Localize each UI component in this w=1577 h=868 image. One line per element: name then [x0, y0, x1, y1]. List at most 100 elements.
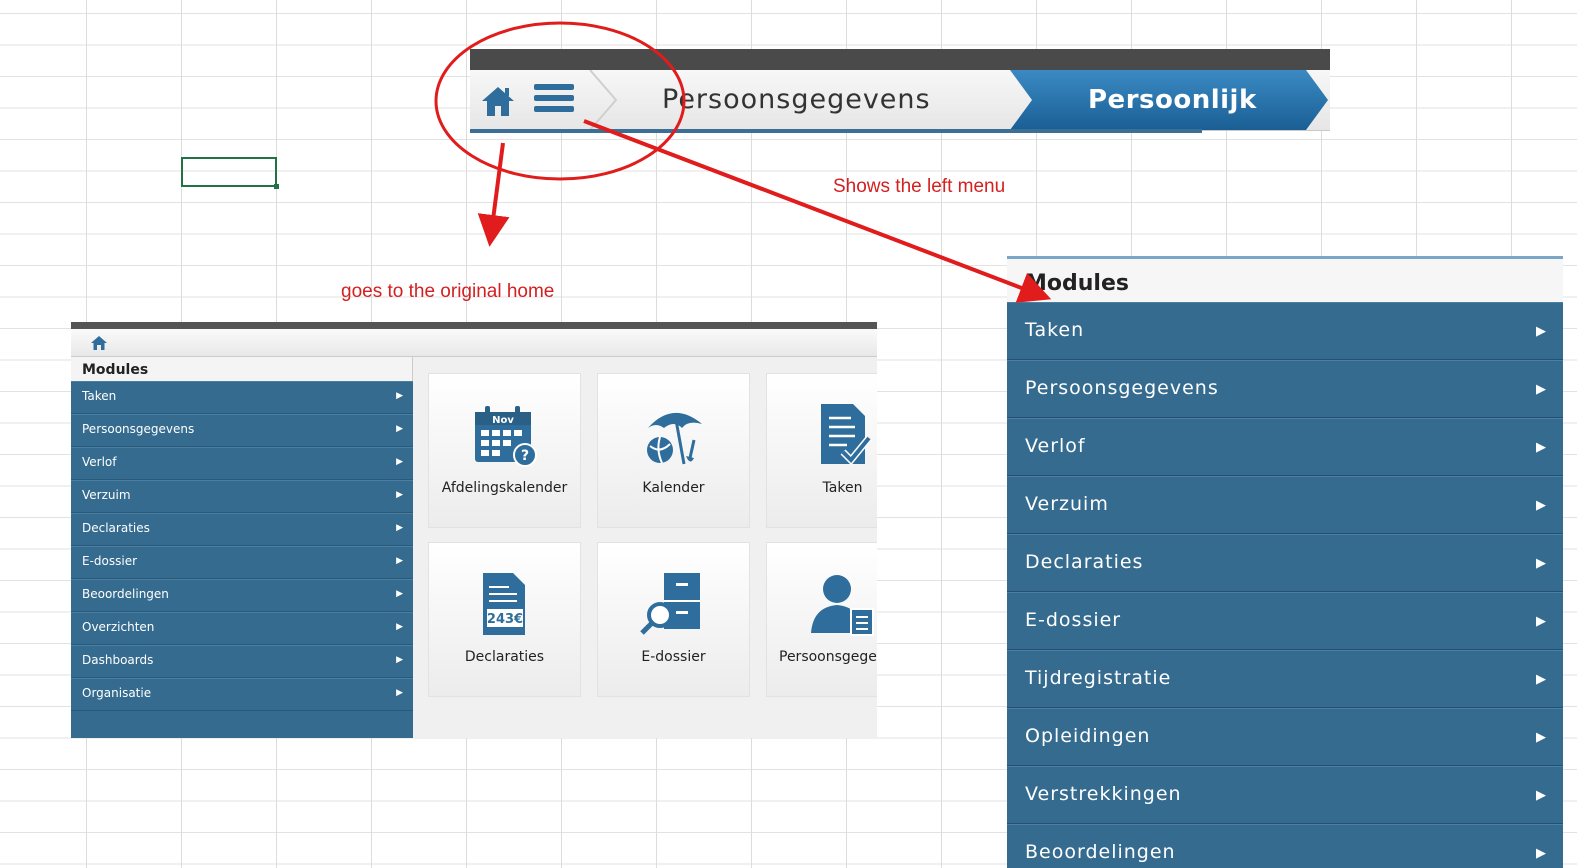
chevron-right-icon: ▶ — [396, 457, 403, 467]
home-icon[interactable] — [90, 335, 108, 351]
big-modules-title: Modules — [1007, 256, 1563, 302]
tile-label: Persoonsgege — [779, 649, 877, 665]
menu-item-label: Persoonsgegevens — [1025, 377, 1219, 399]
menu-item-label: Tijdregistratie — [1025, 667, 1172, 689]
mini-menu-item-verlof[interactable]: Verlof ▶ — [71, 447, 413, 480]
mini-top-bar — [71, 329, 877, 357]
calendar-icon: Nov ? — [475, 406, 537, 467]
chevron-right-icon: ▶ — [396, 655, 403, 665]
mini-modules-title: Modules — [71, 357, 413, 381]
menu-item-opleidingen[interactable]: Opleidingen ▶ — [1007, 708, 1563, 766]
menu-item-e-dossier[interactable]: E-dossier ▶ — [1007, 592, 1563, 650]
menu-item-label: Beoordelingen — [82, 587, 169, 601]
beach-umbrella-icon — [647, 412, 702, 465]
expense-amount: 243€ — [487, 612, 523, 627]
menu-item-label: Declaraties — [82, 521, 150, 535]
svg-text:?: ? — [521, 448, 529, 464]
menu-item-label: Verstrekkingen — [1025, 783, 1182, 805]
arrow-to-home — [477, 142, 510, 247]
mini-menu-item-declaraties[interactable]: Declaraties ▶ — [71, 513, 413, 546]
mini-menu-item-e-dossier[interactable]: E-dossier ▶ — [71, 546, 413, 579]
menu-item-verzuim[interactable]: Verzuim ▶ — [1007, 476, 1563, 534]
home-icon[interactable] — [480, 84, 516, 118]
chevron-right-icon: ▶ — [1536, 382, 1547, 397]
person-icon — [811, 575, 874, 636]
menu-item-taken[interactable]: Taken ▶ — [1007, 302, 1563, 360]
breadcrumb-persoonsgegevens[interactable]: Persoonsgegevens — [662, 84, 931, 115]
menu-item-label: Opleidingen — [1025, 725, 1151, 747]
tile-taken[interactable]: Taken — [766, 373, 877, 528]
chevron-right-icon: ▶ — [1536, 672, 1547, 687]
tile-label: Afdelingskalender — [441, 480, 568, 496]
calendar-month: Nov — [492, 415, 514, 426]
tile-label: Kalender — [642, 480, 705, 496]
tile-persoonsgegevens[interactable]: Persoonsgege — [766, 542, 877, 697]
chevron-right-icon: ▶ — [396, 424, 403, 434]
chevron-right-icon: ▶ — [396, 391, 403, 401]
task-list-icon — [821, 404, 872, 466]
chevron-right-icon: ▶ — [1536, 324, 1547, 339]
tile-e-dossier[interactable]: E-dossier — [597, 542, 750, 697]
top-breadcrumb-bar: Persoonsgegevens Persoonlijk — [470, 49, 1330, 143]
chevron-right-icon: ▶ — [396, 490, 403, 500]
annotation-home-note: goes to the original home — [341, 281, 555, 302]
chevron-right-icon: ▶ — [396, 622, 403, 632]
menu-item-label: Persoonsgegevens — [82, 422, 195, 436]
menu-item-label: Organisatie — [82, 686, 152, 700]
chevron-right-icon: ▶ — [1536, 614, 1547, 629]
mini-left-menu: Modules Taken ▶ Persoonsgegevens ▶ Verlof ▶ Ve… — [71, 357, 413, 738]
annotation-menu-note: Shows the left menu — [833, 176, 1006, 197]
chevron-right-icon: ▶ — [1536, 556, 1547, 571]
file-cabinet-icon — [640, 573, 700, 635]
menu-item-verlof[interactable]: Verlof ▶ — [1007, 418, 1563, 476]
menu-item-label: Dashboards — [82, 653, 154, 667]
tile-label: Declaraties — [464, 649, 545, 665]
chevron-right-icon: ▶ — [1536, 498, 1547, 513]
breadcrumb-separator — [589, 70, 618, 130]
chevron-right-icon: ▶ — [396, 688, 403, 698]
menu-item-label: Verzuim — [82, 488, 131, 502]
menu-item-label: Verlof — [82, 455, 117, 469]
chevron-right-icon: ▶ — [1536, 440, 1547, 455]
menu-item-label: E-dossier — [82, 554, 138, 568]
menu-item-beoordelingen[interactable]: Beoordelingen ▶ — [1007, 824, 1563, 868]
chevron-right-icon: ▶ — [1536, 846, 1547, 861]
mini-menu-item-dashboards[interactable]: Dashboards ▶ — [71, 645, 413, 678]
tile-kalender[interactable]: Kalender — [597, 373, 750, 528]
mini-menu-item-taken[interactable]: Taken ▶ — [71, 381, 413, 414]
menu-item-tijdregistratie[interactable]: Tijdregistratie ▶ — [1007, 650, 1563, 708]
tile-label: Taken — [822, 480, 863, 496]
chevron-right-icon: ▶ — [396, 556, 403, 566]
expense-document-icon: 243€ — [483, 573, 525, 635]
menu-item-label: Declaraties — [1025, 551, 1144, 573]
chevron-right-icon: ▶ — [396, 589, 403, 599]
mini-menu-item-verzuim[interactable]: Verzuim ▶ — [71, 480, 413, 513]
home-screenshot: Modules Taken ▶ Persoonsgegevens ▶ Verlof ▶ Ve… — [71, 322, 877, 738]
menu-item-label: Verzuim — [1025, 493, 1109, 515]
mini-menu-item-beoordelingen[interactable]: Beoordelingen ▶ — [71, 579, 413, 612]
menu-item-verstrekkingen[interactable]: Verstrekkingen ▶ — [1007, 766, 1563, 824]
mini-menu-item-organisatie[interactable]: Organisatie ▶ — [71, 678, 413, 711]
menu-item-label: Overzichten — [82, 620, 155, 634]
breadcrumb-persoonlijk[interactable]: Persoonlijk — [1088, 85, 1257, 115]
mini-tile-area: Nov ? Afdelingskalender Kalender Taken 2… — [413, 357, 877, 738]
chevron-right-icon: ▶ — [396, 523, 403, 533]
tile-afdelingskalender[interactable]: Nov ? Afdelingskalender — [428, 373, 581, 528]
chevron-right-icon: ▶ — [1536, 730, 1547, 745]
hamburger-menu-icon[interactable] — [534, 84, 574, 118]
menu-item-label: Verlof — [1025, 435, 1086, 457]
mini-menu-item-persoonsgegevens[interactable]: Persoonsgegevens ▶ — [71, 414, 413, 447]
menu-item-label: Beoordelingen — [1025, 841, 1176, 863]
arrow-to-menu — [583, 119, 1052, 303]
breadcrumb-underline — [470, 129, 1202, 133]
top-dark-strip — [470, 49, 1330, 70]
tile-declaraties[interactable]: 243€ Declaraties — [428, 542, 581, 697]
menu-item-label: Taken — [82, 389, 117, 403]
spreadsheet-selected-cell[interactable] — [181, 157, 279, 189]
menu-item-declaraties[interactable]: Declaraties ▶ — [1007, 534, 1563, 592]
breadcrumb: Persoonsgegevens Persoonlijk — [470, 70, 1330, 131]
menu-item-persoonsgegevens[interactable]: Persoonsgegevens ▶ — [1007, 360, 1563, 418]
menu-item-label: Taken — [1025, 319, 1085, 341]
mini-menu-item-overzichten[interactable]: Overzichten ▶ — [71, 612, 413, 645]
tile-label: E-dossier — [641, 649, 706, 665]
